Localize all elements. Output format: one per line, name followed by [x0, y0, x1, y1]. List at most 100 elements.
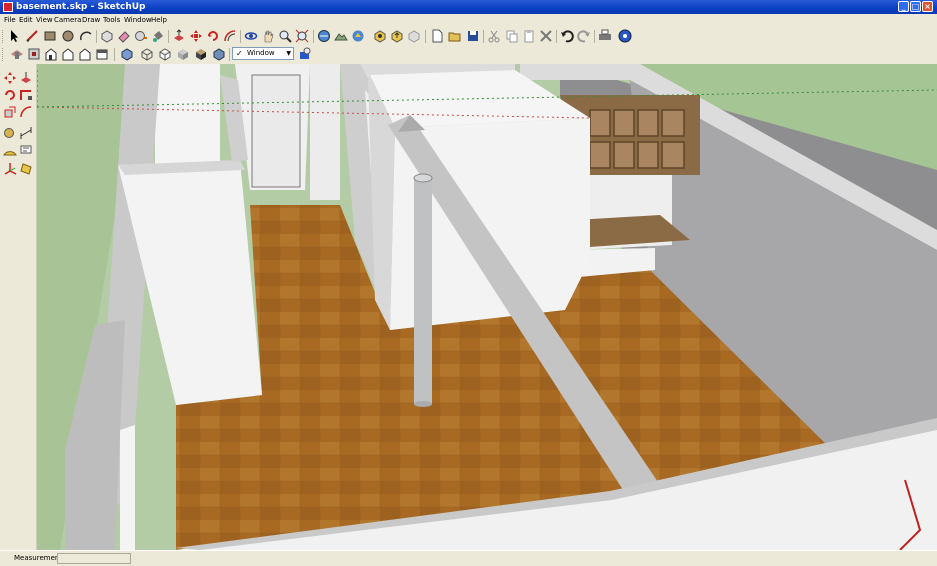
sketchup-app-icon: [3, 2, 13, 12]
wireframe-style-icon[interactable]: [140, 47, 154, 61]
title-bar: basement.skp - SketchUp _ □ ×: [0, 0, 937, 14]
undo-icon[interactable]: [560, 29, 574, 43]
follow-me-tool-icon[interactable]: [19, 88, 33, 102]
top-view-icon[interactable]: [27, 47, 41, 61]
redo-icon[interactable]: [577, 29, 591, 43]
menu-bar: File Edit View Camera Draw Tools Window …: [0, 14, 937, 26]
model-info-icon[interactable]: [618, 29, 632, 43]
toolbar-separator: [96, 30, 97, 43]
left-view-icon[interactable]: [95, 47, 109, 61]
make-component-icon[interactable]: [100, 29, 114, 43]
zoom-icon[interactable]: [278, 29, 292, 43]
toolbar-separator: [229, 48, 230, 61]
toolbar-separator: [114, 48, 115, 61]
share-component-icon[interactable]: [407, 29, 421, 43]
right-view-icon[interactable]: [61, 47, 75, 61]
minimize-button[interactable]: _: [898, 1, 909, 12]
place-model-icon[interactable]: [351, 29, 365, 43]
room-wall-a: [155, 64, 220, 175]
room-wall-b: [310, 64, 340, 200]
eraser-icon[interactable]: [117, 29, 131, 43]
save-icon[interactable]: [466, 29, 480, 43]
protractor-tool-icon[interactable]: [3, 143, 17, 157]
print-icon[interactable]: [598, 29, 612, 43]
circle-icon[interactable]: [61, 29, 75, 43]
close-button[interactable]: ×: [922, 1, 933, 12]
layer-select-value: Window: [247, 49, 275, 57]
toolbar-separator: [483, 30, 484, 43]
shaded-style-icon[interactable]: [176, 47, 190, 61]
section-plane-tool-icon[interactable]: [19, 161, 33, 175]
iso-view-icon[interactable]: [10, 47, 24, 61]
open-folder-icon[interactable]: [448, 29, 462, 43]
toolbar-separator: [594, 30, 595, 43]
get-current-view-icon[interactable]: [317, 29, 331, 43]
model-viewport[interactable]: [37, 64, 937, 550]
menu-tools[interactable]: Tools: [103, 15, 120, 25]
offset-icon[interactable]: [223, 29, 237, 43]
window-title: basement.skp - SketchUp: [16, 2, 146, 12]
move-tool-icon[interactable]: [3, 71, 17, 85]
front-view-icon[interactable]: [44, 47, 58, 61]
zoom-extents-icon[interactable]: [295, 29, 309, 43]
rectangle-icon[interactable]: [43, 29, 57, 43]
axes-tool-icon[interactable]: [3, 161, 17, 175]
column: [414, 178, 432, 404]
menu-edit[interactable]: Edit: [19, 15, 33, 25]
menu-window[interactable]: Window: [124, 15, 152, 25]
text-tool-icon[interactable]: [19, 143, 33, 157]
paste-icon[interactable]: [522, 29, 536, 43]
scale-tool-icon[interactable]: [3, 105, 17, 119]
push-pull-icon[interactable]: [172, 29, 186, 43]
toolbar-separator: [240, 30, 241, 43]
chevron-down-icon: ▼: [286, 50, 291, 57]
toolbar-separator: [313, 30, 314, 43]
status-bar: Measurements: [0, 550, 937, 566]
model-render: [37, 64, 937, 550]
rotate-tool-icon[interactable]: [3, 88, 17, 102]
toolbar-separator: [556, 30, 557, 43]
new-file-icon[interactable]: [430, 29, 444, 43]
select-icon[interactable]: [7, 29, 21, 43]
tape-measure-icon[interactable]: [134, 29, 148, 43]
layer-select[interactable]: ✓ Window ▼: [232, 47, 294, 60]
shaded-textures-style-icon[interactable]: [194, 47, 208, 61]
copy-icon[interactable]: [505, 29, 519, 43]
menu-help[interactable]: Help: [151, 15, 167, 25]
get-models-icon[interactable]: [373, 29, 387, 43]
arc-icon[interactable]: [79, 29, 93, 43]
share-model-icon[interactable]: [390, 29, 404, 43]
toolbar-grip[interactable]: [2, 48, 6, 61]
orbit-icon[interactable]: [244, 29, 258, 43]
rotate-icon[interactable]: [206, 29, 220, 43]
menu-camera[interactable]: Camera: [54, 15, 81, 25]
push-pull-tool-icon[interactable]: [19, 71, 33, 85]
dimension-tool-icon[interactable]: [19, 126, 33, 140]
menu-file[interactable]: File: [4, 15, 16, 25]
tape-measure-tool-icon[interactable]: [3, 126, 17, 140]
layer-visible-check: ✓: [236, 49, 243, 58]
toggle-terrain-icon[interactable]: [334, 29, 348, 43]
menu-view[interactable]: View: [36, 15, 53, 25]
door: [251, 74, 301, 188]
back-view-icon[interactable]: [78, 47, 92, 61]
layer-manager-icon[interactable]: [298, 47, 312, 61]
toolbar-grip[interactable]: [2, 30, 6, 43]
move-icon[interactable]: [189, 29, 203, 43]
left-wall-window: [120, 425, 135, 550]
hidden-line-style-icon[interactable]: [158, 47, 172, 61]
monochrome-style-icon[interactable]: [212, 47, 226, 61]
cut-icon[interactable]: [487, 29, 501, 43]
toolbar-separator: [425, 30, 426, 43]
paint-bucket-icon[interactable]: [151, 29, 165, 43]
erase-icon[interactable]: [539, 29, 553, 43]
measurements-input[interactable]: [57, 553, 131, 564]
menu-draw[interactable]: Draw: [82, 15, 100, 25]
pan-icon[interactable]: [261, 29, 275, 43]
xray-style-icon[interactable]: [120, 47, 134, 61]
toolbar-separator: [168, 30, 169, 43]
maximize-button[interactable]: □: [910, 1, 921, 12]
line-icon[interactable]: [25, 29, 39, 43]
left-toolbar: [0, 64, 37, 550]
offset-tool-icon[interactable]: [19, 105, 33, 119]
